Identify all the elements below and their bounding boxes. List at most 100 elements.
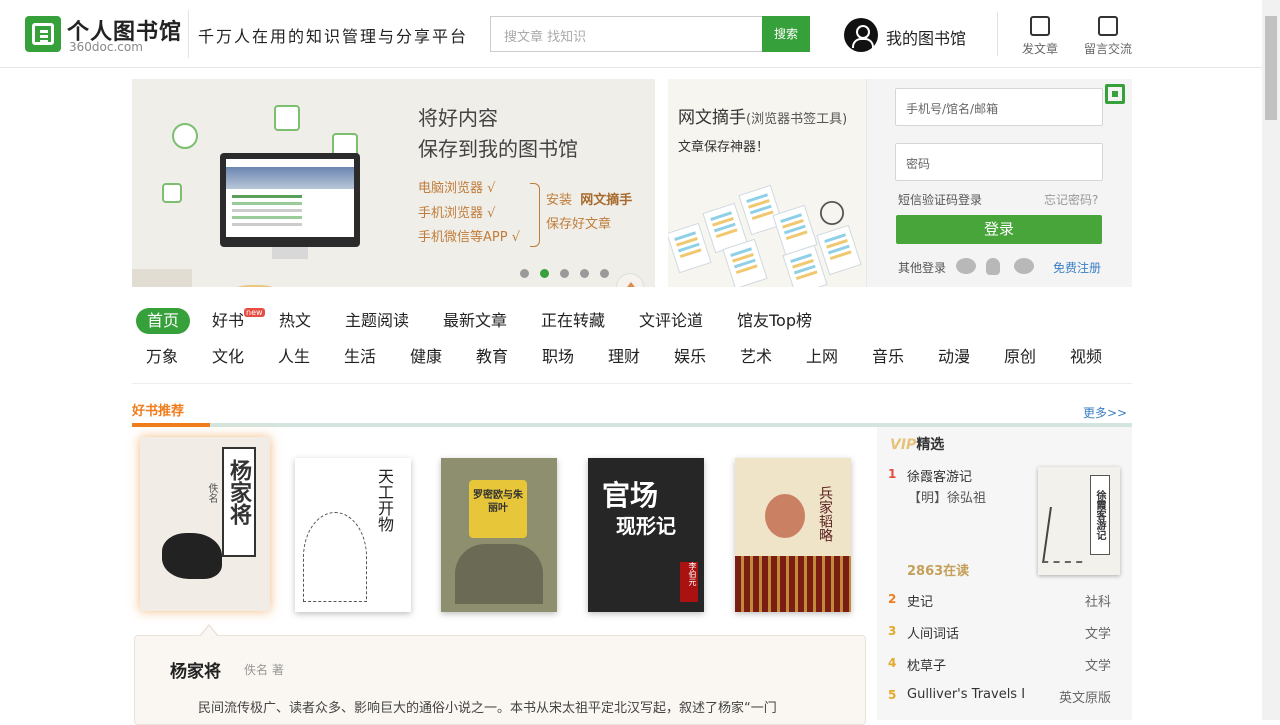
category-item[interactable]: 教育 bbox=[476, 344, 508, 370]
nav-divider bbox=[132, 383, 1132, 384]
painting-illustration bbox=[455, 544, 543, 604]
slogan: 千万人在用的知识管理与分享平台 bbox=[198, 27, 469, 46]
category-item[interactable]: 动漫 bbox=[938, 344, 970, 370]
nav-reviews[interactable]: 文评论道 bbox=[639, 308, 703, 334]
carousel-dot[interactable] bbox=[560, 269, 569, 278]
username-field[interactable]: 手机号/馆名/邮箱 bbox=[895, 88, 1103, 126]
vip-book-author: 【明】徐弘祖 bbox=[908, 491, 987, 506]
nav-resharing[interactable]: 正在转藏 bbox=[541, 308, 605, 334]
more-link[interactable]: 更多>> bbox=[1083, 404, 1127, 421]
category-item[interactable]: 理财 bbox=[608, 344, 640, 370]
film-icon bbox=[172, 123, 198, 149]
vip-title-text: 精选 bbox=[916, 437, 945, 453]
vip-book-name[interactable]: 枕草子 bbox=[907, 655, 946, 674]
message-button[interactable]: 留言交流 bbox=[1078, 16, 1138, 57]
message-label: 留言交流 bbox=[1083, 42, 1132, 56]
carousel-dot-active[interactable] bbox=[540, 269, 549, 278]
vip-rank: 5 bbox=[888, 688, 897, 702]
category-item[interactable]: 视频 bbox=[1070, 344, 1102, 370]
category-item[interactable]: 音乐 bbox=[872, 344, 904, 370]
book-cover-romeo[interactable]: 罗密欧与朱丽叶 bbox=[441, 458, 557, 612]
category-item[interactable]: 健康 bbox=[410, 344, 442, 370]
nav-top-users[interactable]: 馆友Top榜 bbox=[737, 308, 812, 334]
category-item[interactable]: 职场 bbox=[542, 344, 574, 370]
search-input[interactable]: 搜文章 找知识 bbox=[490, 16, 763, 52]
scrollbar-thumb[interactable] bbox=[1265, 16, 1277, 120]
vip-prefix: VIP bbox=[890, 437, 917, 453]
book-detail-title[interactable]: 杨家将 bbox=[170, 657, 221, 682]
vip-book-cover[interactable]: 徐霞客游记 bbox=[1038, 467, 1120, 575]
vip-book-name[interactable]: 史记 bbox=[907, 591, 933, 610]
register-link[interactable]: 免费注册 bbox=[1053, 259, 1101, 276]
vip-rank: 1 bbox=[888, 467, 897, 481]
vip-book-category: 社科 bbox=[1084, 595, 1111, 610]
book-cover-yangjiajiang[interactable]: 佚名 杨家将 bbox=[140, 437, 270, 611]
password-field[interactable]: 密码 bbox=[895, 143, 1103, 181]
vip-book-name[interactable]: Gulliver's Travels I bbox=[907, 687, 1025, 702]
carousel-dot[interactable] bbox=[520, 269, 529, 278]
vip-cover-title: 徐霞客游记 bbox=[1090, 475, 1110, 555]
nav-home[interactable]: 首页 bbox=[136, 308, 191, 334]
category-item[interactable]: 上网 bbox=[806, 344, 838, 370]
paper-illustration bbox=[816, 224, 862, 276]
edit-icon bbox=[1030, 16, 1050, 36]
post-article-button[interactable]: 发文章 bbox=[1010, 16, 1070, 57]
category-item[interactable]: 人生 bbox=[278, 344, 310, 370]
doc-icon bbox=[162, 183, 182, 203]
qq-icon[interactable] bbox=[986, 258, 1000, 275]
qr-icon bbox=[274, 105, 300, 131]
book-cover-title: 天工开物 bbox=[375, 468, 394, 532]
save-label: 保存好文章 bbox=[546, 217, 612, 232]
nav-latest[interactable]: 最新文章 bbox=[443, 308, 507, 334]
vip-book-category: 文学 bbox=[1084, 627, 1111, 642]
logo-domain: 360doc.com bbox=[69, 40, 143, 54]
user-avatar-icon[interactable] bbox=[844, 18, 878, 52]
shelf-illustration bbox=[132, 269, 192, 287]
category-item[interactable]: 生活 bbox=[344, 344, 376, 370]
netpick-subtitle: 文章保存神器！ bbox=[678, 140, 770, 155]
banner-platform-list: 电脑浏览器 √ 手机浏览器 √ 手机微信等APP √ bbox=[418, 177, 520, 251]
book-cover-title-text: 杨家将 bbox=[226, 459, 252, 525]
scissors-icon bbox=[820, 201, 844, 225]
book-detail-description: 民间流传极广、读者众多、影响巨大的通俗小说之一。本书从宋太祖平定北汉写起，叙述了… bbox=[198, 701, 777, 716]
banner-headline: 将好内容 保存到我的图书馆 bbox=[418, 103, 578, 165]
wechat-icon[interactable] bbox=[956, 258, 976, 274]
book-cover-tiangong[interactable]: 天工开物 bbox=[295, 458, 411, 612]
ornament-illustration bbox=[765, 494, 805, 538]
my-library-link[interactable]: 我的图书馆 bbox=[886, 25, 966, 49]
weibo-icon[interactable] bbox=[1014, 258, 1034, 274]
nav-good-books[interactable]: 好书 bbox=[212, 308, 244, 334]
promo-banner[interactable]: 将好内容 保存到我的图书馆 电脑浏览器 √ 手机浏览器 √ 手机微信等APP √… bbox=[132, 79, 655, 287]
header-divider bbox=[997, 12, 998, 56]
vip-rank: 2 bbox=[888, 592, 897, 606]
netpick-title-text: 网文摘手 bbox=[678, 108, 746, 128]
arrow-up-icon[interactable] bbox=[616, 273, 644, 287]
book-cover-title: 杨家将 bbox=[222, 447, 256, 557]
logo-icon[interactable] bbox=[25, 16, 61, 52]
category-item[interactable]: 万象 bbox=[146, 344, 178, 370]
vip-book-name[interactable]: 徐霞客游记 bbox=[907, 466, 972, 485]
new-badge: new bbox=[244, 308, 265, 317]
plant-illustration bbox=[303, 512, 367, 602]
category-item[interactable]: 娱乐 bbox=[674, 344, 706, 370]
search-button[interactable]: 搜索 bbox=[762, 16, 810, 52]
netpick-promo[interactable]: 网文摘手(浏览器书签工具) 文章保存神器！ bbox=[668, 79, 866, 287]
banner-brace bbox=[530, 183, 540, 247]
sms-login-link[interactable]: 短信验证码登录 bbox=[898, 191, 982, 208]
category-item[interactable]: 文化 bbox=[212, 344, 244, 370]
banner-headline-line2: 保存到我的图书馆 bbox=[418, 137, 578, 161]
forgot-password-link[interactable]: 忘记密码? bbox=[1044, 191, 1098, 208]
vip-book-name[interactable]: 人间词话 bbox=[907, 623, 959, 642]
carousel-dot[interactable] bbox=[600, 269, 609, 278]
nav-topic-reading[interactable]: 主题阅读 bbox=[345, 308, 409, 334]
book-cover-guanchang[interactable]: 官场 现形记 李伯元 bbox=[588, 458, 704, 612]
vip-read-count: 2863在读 bbox=[907, 564, 970, 579]
netpick-title: 网文摘手(浏览器书签工具) bbox=[678, 103, 847, 128]
book-cover-bingjia[interactable]: 兵家韬略 bbox=[735, 458, 851, 612]
qr-code-icon[interactable] bbox=[1105, 84, 1125, 104]
category-item[interactable]: 艺术 bbox=[740, 344, 772, 370]
nav-hot-articles[interactable]: 热文 bbox=[279, 308, 311, 334]
carousel-dot[interactable] bbox=[580, 269, 589, 278]
category-item[interactable]: 原创 bbox=[1004, 344, 1036, 370]
login-button[interactable]: 登录 bbox=[896, 215, 1102, 244]
